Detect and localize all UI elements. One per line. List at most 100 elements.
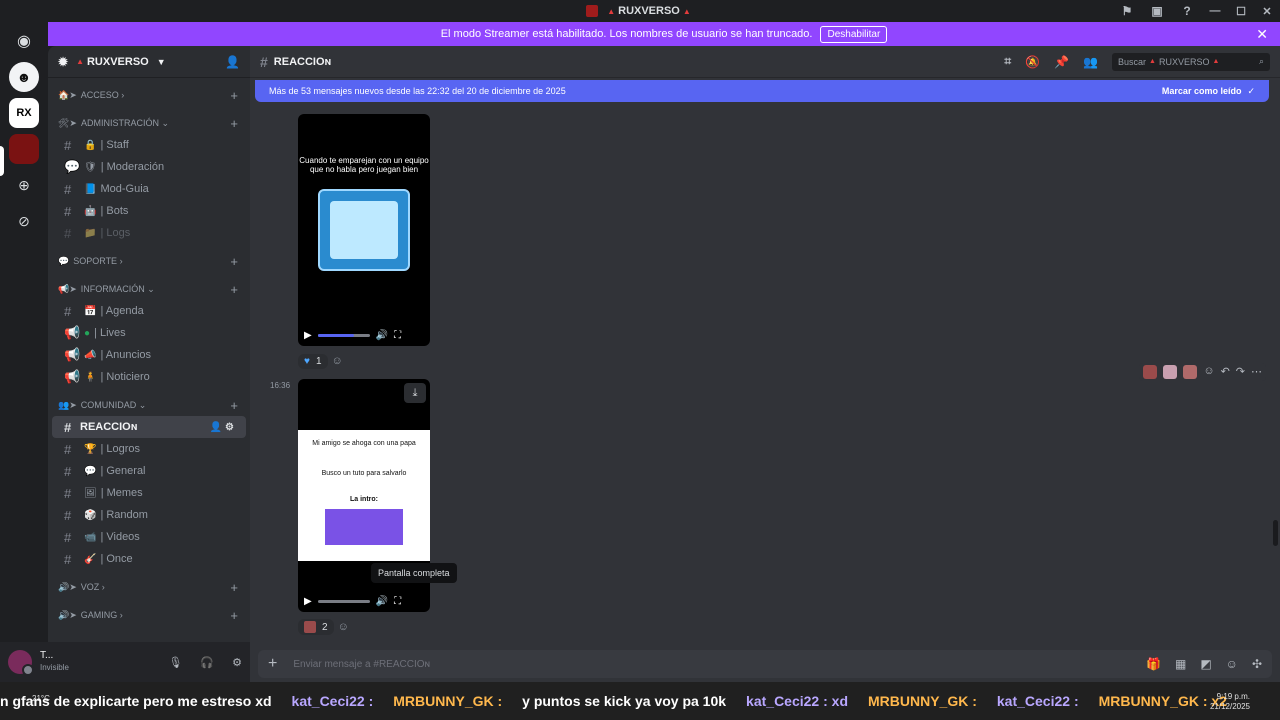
create-channel-icon[interactable]: + [230, 398, 238, 413]
video-progress[interactable] [317, 333, 370, 337]
emoji-icon[interactable]: ☺ [1226, 657, 1238, 671]
video-player[interactable]: Cuando te emparejan con un equipo que no… [298, 114, 430, 346]
channel-anuncios[interactable]: 📢 📣 | Anuncios [52, 344, 246, 366]
channel-lives[interactable]: 📢 ● | Lives [52, 322, 246, 344]
explore-icon[interactable]: ⊘ [9, 206, 39, 236]
channel-logros[interactable]: # 🏆 | Logros [52, 438, 246, 460]
channel-videos[interactable]: # 📹 | Videos [52, 526, 246, 548]
new-messages-bar[interactable]: Más de 53 mensajes nuevos desde las 22:3… [255, 80, 1269, 102]
emoji-icon [304, 621, 316, 633]
channel-random[interactable]: # 🎲 | Random [52, 504, 246, 526]
gif-icon[interactable]: ▦ [1175, 657, 1186, 671]
avatar[interactable] [8, 650, 34, 676]
notifications-muted-icon[interactable]: 🔕 [1025, 55, 1040, 69]
headphones-icon[interactable]: 🎧 [200, 656, 214, 669]
create-channel-icon[interactable]: + [230, 254, 238, 269]
channel-reaccion[interactable]: # REACCIOɴ 👤 ⚙ [52, 416, 246, 438]
channel-modguia[interactable]: # 📘 Mod-Guia [52, 178, 246, 200]
invite-people-icon[interactable]: 👤 [225, 55, 240, 69]
volume-icon[interactable]: 🔊 [376, 596, 388, 607]
server-header[interactable]: ✹ ▲ RUXVERSO ▼ 👤 [48, 46, 250, 78]
scrollbar[interactable] [1273, 520, 1278, 546]
fullscreen-icon[interactable]: ⛶ [394, 596, 401, 607]
create-channel-icon[interactable]: + [230, 580, 238, 595]
channel-bots[interactable]: # 🤖 | Bots [52, 200, 246, 222]
category-informacion[interactable]: 📢➤ INFORMACIÓN ⌄ + [48, 278, 250, 300]
attach-icon[interactable]: + [268, 655, 277, 673]
settings-gear-icon[interactable]: ⚙ [232, 656, 242, 669]
channel-settings-icons[interactable]: 👤 ⚙ [210, 422, 234, 433]
channel-general[interactable]: # 💬 | General [52, 460, 246, 482]
channel-moderacion[interactable]: 💬 🛡 | Moderación [52, 156, 246, 178]
search-input[interactable]: Buscar ▲ RUXVERSO ▲ ⌕ [1112, 52, 1270, 71]
help-icon[interactable]: ? [1172, 4, 1202, 18]
server-avatar-raccoon[interactable]: ☻ [9, 62, 39, 92]
category-soporte[interactable]: 💬 SOPORTE › + [48, 250, 250, 272]
add-reaction-icon[interactable]: ☺ [1203, 365, 1214, 379]
member-list-icon[interactable]: 👥 [1083, 55, 1098, 69]
quick-reaction-icon[interactable] [1163, 365, 1178, 379]
inbox-icon[interactable]: ▣ [1142, 4, 1172, 18]
close-window-button[interactable]: ✕ [1254, 5, 1280, 18]
window-title: RUXVERSO [618, 5, 680, 17]
reaction-count: 2 [322, 621, 328, 633]
play-icon[interactable]: ▶ [304, 330, 312, 341]
create-channel-icon[interactable]: + [230, 282, 238, 297]
apps-icon[interactable]: ✣ [1252, 657, 1262, 671]
more-options-icon[interactable]: ⋯ [1251, 365, 1262, 379]
channel-once[interactable]: # 🎸 | Once [52, 548, 246, 570]
server-avatar-rx[interactable]: RX [9, 98, 39, 128]
server-avatar-ruxverso[interactable] [9, 134, 39, 164]
play-icon[interactable]: ▶ [304, 596, 312, 607]
discord-home-icon[interactable]: ◉ [9, 26, 39, 56]
create-channel-icon[interactable]: + [230, 608, 238, 623]
flag-icon[interactable]: ⚑ [1112, 4, 1142, 18]
threads-icon[interactable]: ⌗ [1004, 54, 1011, 69]
disable-streamer-button[interactable]: Deshabilitar [820, 25, 888, 43]
fullscreen-icon[interactable]: ⛶ [394, 330, 401, 341]
quick-reaction-icon[interactable] [1143, 365, 1158, 379]
minimize-button[interactable]: — [1202, 5, 1228, 17]
reply-icon[interactable]: ↶ [1221, 365, 1230, 379]
sticker-icon[interactable]: ◩ [1200, 657, 1211, 671]
channel-staff[interactable]: # 🔒 | Staff [52, 134, 246, 156]
category-administracion[interactable]: 🛠➤ ADMINISTRACIÓN ⌄ + [48, 112, 250, 134]
channel-logs[interactable]: # 📁 | Logs [52, 222, 246, 244]
category-gaming[interactable]: 🔊➤ GAMING › + [48, 604, 250, 626]
add-reaction-icon[interactable]: ☺ [338, 621, 349, 633]
channel-label: | Anuncios [100, 349, 152, 361]
add-reaction-icon[interactable]: ☺ [332, 355, 343, 367]
create-channel-icon[interactable]: + [230, 88, 238, 103]
category-comunidad[interactable]: 👥➤ COMUNIDAD ⌄ + [48, 394, 250, 416]
channel-title: REACCIOɴ [273, 55, 332, 68]
system-clock[interactable]: 9:19 p.m. 21/12/2025 [1210, 692, 1250, 712]
channel-agenda[interactable]: # 📅 | Agenda [52, 300, 246, 322]
forward-icon[interactable]: ↷ [1236, 365, 1245, 379]
close-icon[interactable]: ✕ [1256, 26, 1268, 43]
channel-noticiero[interactable]: 📢 🧍 | Noticiero [52, 366, 246, 388]
category-voz[interactable]: 🔊➤ VOZ › + [48, 576, 250, 598]
reaction-heart[interactable]: ♥ 1 [298, 353, 328, 369]
video-progress[interactable] [317, 599, 370, 603]
category-acceso[interactable]: 🏠➤ ACCESO › + [48, 84, 250, 106]
message-timestamp: 16:36 [270, 381, 291, 390]
user-info[interactable]: T... Invisible [40, 650, 69, 674]
mark-as-read-button[interactable]: Marcar como leído [1162, 86, 1242, 96]
category-label: VOZ [80, 582, 100, 592]
maximize-button[interactable]: ☐ [1228, 5, 1254, 18]
add-server-icon[interactable]: ⊕ [9, 170, 39, 200]
gift-icon[interactable]: 🎁 [1146, 657, 1161, 671]
clock-date: 21/12/2025 [1209, 702, 1250, 711]
channel-memes[interactable]: # 🖼 | Memes [52, 482, 246, 504]
quick-reaction-icon[interactable] [1183, 365, 1198, 379]
volume-icon[interactable]: 🔊 [376, 330, 388, 341]
message-input[interactable]: Enviar mensaje a #REACCIOɴ [293, 659, 430, 670]
download-icon[interactable]: ⤓ [404, 383, 426, 403]
video-controls: ▶ 🔊 ⛶ [298, 324, 430, 346]
user-status: Invisible [40, 663, 69, 672]
pin-icon[interactable]: 📌 [1054, 55, 1069, 69]
microphone-icon[interactable]: 🎙 [168, 656, 182, 669]
reaction-emoji[interactable]: 2 [298, 619, 334, 635]
create-channel-icon[interactable]: + [230, 116, 238, 131]
message-composer[interactable]: + Enviar mensaje a #REACCIOɴ 🎁 ▦ ◩ ☺ ✣ [258, 650, 1272, 678]
